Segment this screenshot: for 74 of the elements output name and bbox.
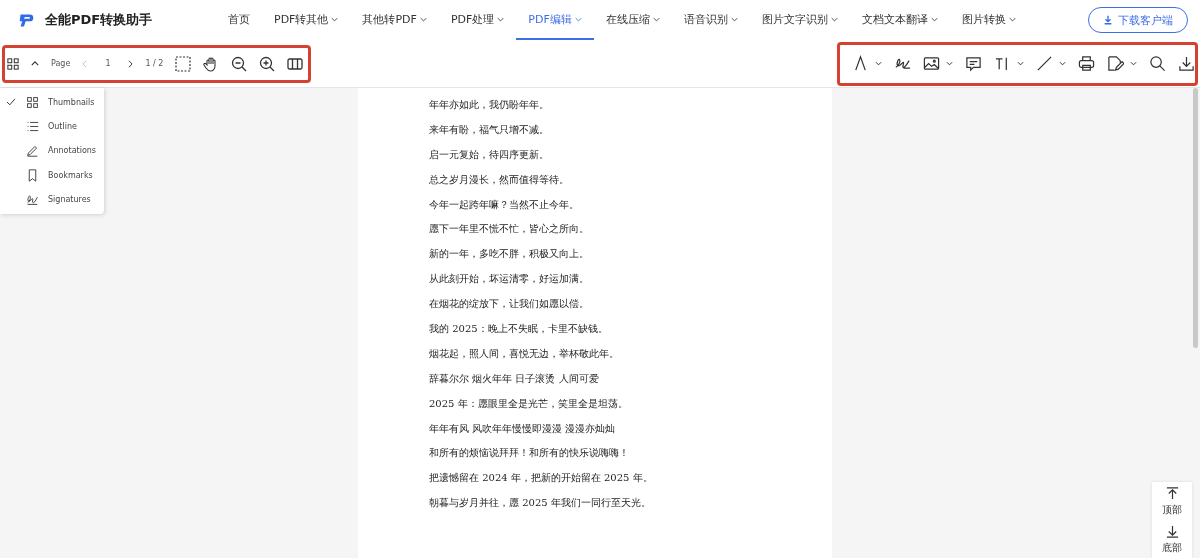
chevron-down-icon[interactable] <box>419 16 427 22</box>
chevron-down-icon[interactable] <box>930 16 938 22</box>
edit-icon[interactable] <box>1107 55 1124 72</box>
chevron-down-icon[interactable] <box>730 16 738 22</box>
nav-item[interactable]: PDF转其他 <box>262 0 351 40</box>
panel-menu-item[interactable]: Outline <box>0 115 104 138</box>
search-icon[interactable] <box>1149 55 1166 72</box>
scrollbar-thumb[interactable] <box>1193 88 1198 348</box>
download-icon <box>1103 15 1113 25</box>
signature-icon <box>26 193 39 207</box>
scroll-button[interactable]: 底部 <box>1152 520 1192 558</box>
selection-icon[interactable] <box>175 55 192 72</box>
chevron-down-icon[interactable] <box>830 16 838 22</box>
nav-item[interactable]: 图片转换 <box>949 0 1028 40</box>
nav-item[interactable]: 在线压缩 <box>593 0 672 40</box>
nav-item[interactable]: 图片文字识别 <box>749 0 850 40</box>
document-line: 新的一年，多吃不胖，积极又向上。 <box>429 247 590 261</box>
zoom-in-icon[interactable] <box>259 55 276 72</box>
document-line: 烟花起，照人间，喜悦无边，举杯敬此年。 <box>429 346 620 360</box>
document-line: 年年亦如此，我仍盼年年。 <box>429 98 550 111</box>
caret-icon[interactable] <box>1059 61 1066 66</box>
chevron-up-icon[interactable] <box>31 61 39 66</box>
grid-icon[interactable] <box>7 57 19 70</box>
document-line: 总之岁月漫长，然而值得等待。 <box>429 172 570 186</box>
page-count: 1 / 2 <box>145 59 164 68</box>
document-line: 年年有风 风吹年年慢慢即漫漫 漫漫亦灿灿 <box>429 421 617 435</box>
page-number-field[interactable]: 1 <box>99 59 117 68</box>
document-line: 启一元复始，待四序更新。 <box>429 147 550 161</box>
image-icon[interactable] <box>923 55 940 72</box>
download-client-button[interactable]: 下载客户端 <box>1088 7 1188 33</box>
nav-item[interactable]: 语音识别 <box>671 0 750 40</box>
download-icon[interactable] <box>1178 55 1195 72</box>
chevron-down-icon[interactable] <box>497 16 505 22</box>
chevron-right-icon[interactable] <box>128 59 134 68</box>
nav-item[interactable]: 文档文本翻译 <box>849 0 950 40</box>
document-line: 今年一起跨年嘛？当然不止今年。 <box>429 197 580 211</box>
document-line: 和所有的烦恼说拜拜！和所有的快乐说嗨嗨！ <box>429 446 630 460</box>
chevron-down-icon[interactable] <box>652 16 660 22</box>
arrow-down-icon <box>1165 525 1179 538</box>
document-line: 在烟花的绽放下，让我们如愿以偿。 <box>429 297 590 311</box>
document-line: 愿下一年里不慌不忙，皆心之所向。 <box>429 222 590 236</box>
chevron-down-icon[interactable] <box>331 16 339 22</box>
nav-item[interactable]: PDF处理 <box>438 0 517 40</box>
caret-icon[interactable] <box>1017 61 1024 66</box>
grid-icon <box>26 95 39 109</box>
arrow-up-icon <box>1165 487 1179 500</box>
document-line: 把遗憾留在 2024 年，把新的开始留在 2025 年。 <box>429 471 654 485</box>
pen-icon[interactable] <box>852 55 869 72</box>
document-line: 辞暮尔尔 烟火年年 日子滚烫 人间可爱 <box>429 371 600 385</box>
panel-menu-item[interactable]: Signatures <box>0 188 104 211</box>
bookmark-icon <box>26 168 39 182</box>
document-line: 朝暮与岁月并往，愿 2025 年我们一同行至天光。 <box>429 496 652 510</box>
caret-icon[interactable] <box>1130 61 1137 66</box>
document-line: 来年有盼，福气只增不减。 <box>429 122 550 136</box>
document-line: 从此刻开始，坏运清零，好运加满。 <box>429 272 590 286</box>
caret-icon[interactable] <box>875 61 882 66</box>
panel-menu-item[interactable]: Thumbnails <box>0 91 104 114</box>
pencil-icon <box>26 144 39 158</box>
line-icon[interactable] <box>1036 55 1053 72</box>
page-label: Page <box>51 59 71 68</box>
app-name: 全能PDF转换助手 <box>45 11 153 29</box>
nav-item[interactable]: 其他转PDF <box>350 0 439 40</box>
caret-icon[interactable] <box>946 61 953 66</box>
chevron-down-icon[interactable] <box>1008 16 1016 22</box>
columns-icon[interactable] <box>287 55 304 72</box>
printer-icon[interactable] <box>1078 55 1095 72</box>
panel-menu-item[interactable]: Bookmarks <box>0 164 104 187</box>
nav-item[interactable]: 首页 <box>216 0 262 40</box>
scroll-button[interactable]: 顶部 <box>1152 482 1192 520</box>
document-line: 我的 2025：晚上不失眠，卡里不缺钱。 <box>429 322 609 335</box>
zoom-out-icon[interactable] <box>231 55 248 72</box>
document-line: 2025 年：愿眼里全是光芒，笑里全是坦荡。 <box>429 396 629 410</box>
comment-icon[interactable] <box>965 55 982 72</box>
panel-menu-item[interactable]: Annotations <box>0 139 104 162</box>
